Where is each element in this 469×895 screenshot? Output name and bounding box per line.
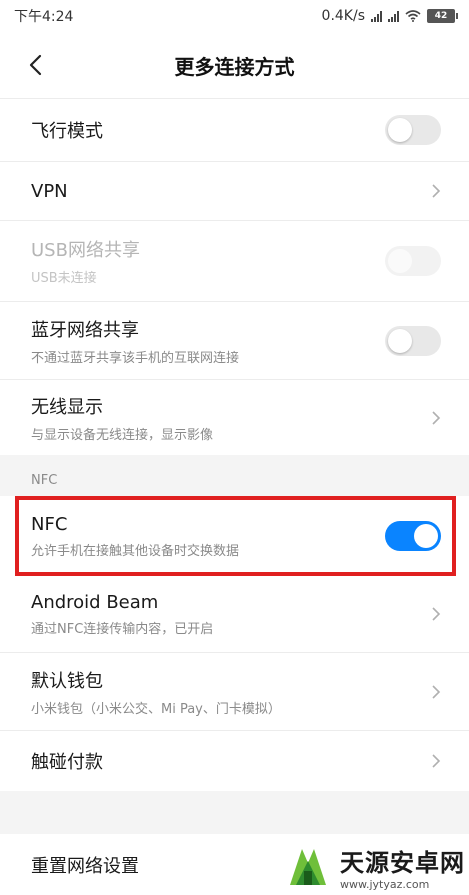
net-speed: 0.4K/s [321, 8, 365, 24]
nfc-toggle[interactable] [385, 521, 441, 551]
status-icons: 0.4K/s 42 [321, 8, 458, 24]
signal-icon-2 [388, 10, 399, 22]
toggle-knob [388, 118, 412, 142]
default-wallet-row[interactable]: 默认钱包 小米钱包（小米公交、Mi Pay、门卡模拟） [0, 653, 469, 730]
nfc-section-header: NFC [0, 455, 469, 496]
nfc-label: NFC [31, 513, 68, 535]
page-header: 更多连接方式 [0, 32, 469, 98]
usb-tethering-row: USB网络共享 USB未连接 [0, 221, 469, 301]
tap-and-pay-row[interactable]: 触碰付款 [0, 731, 469, 791]
usb-tethering-toggle [385, 246, 441, 276]
watermark: 天源安卓网 www.jytyaz.com [282, 838, 469, 895]
status-time: 下午4:24 [14, 9, 74, 25]
wireless-display-label: 无线显示 [31, 396, 103, 418]
android-beam-row[interactable]: Android Beam 通过NFC连接传输内容，已开启 [0, 576, 469, 652]
vpn-row[interactable]: VPN [0, 162, 469, 220]
section-gap [0, 791, 469, 834]
signal-icon [371, 10, 382, 22]
nfc-row[interactable]: NFC 允许手机在接触其他设备时交换数据 [0, 496, 469, 576]
wireless-display-subtitle: 与显示设备无线连接，显示影像 [31, 427, 214, 443]
airplane-mode-label: 飞行模式 [31, 121, 103, 142]
tap-and-pay-label: 触碰付款 [31, 752, 103, 773]
page-title: 更多连接方式 [174, 54, 295, 79]
chevron-right-icon [432, 607, 441, 621]
nfc-section-label: NFC [31, 473, 58, 488]
nfc-subtitle: 允许手机在接触其他设备时交换数据 [31, 543, 240, 559]
chevron-right-icon [432, 754, 441, 768]
chevron-right-icon [432, 410, 441, 425]
reset-network-label: 重置网络设置 [31, 855, 139, 877]
vpn-label: VPN [31, 180, 68, 202]
watermark-title: 天源安卓网 [340, 848, 465, 877]
android-beam-subtitle: 通过NFC连接传输内容，已开启 [31, 621, 214, 637]
bluetooth-tethering-subtitle: 不通过蓝牙共享该手机的互联网连接 [31, 350, 240, 366]
android-beam-label: Android Beam [31, 591, 159, 613]
battery-icon: 42 [427, 9, 458, 23]
bluetooth-tethering-toggle[interactable] [385, 325, 441, 356]
default-wallet-subtitle: 小米钱包（小米公交、Mi Pay、门卡模拟） [31, 701, 281, 717]
bluetooth-tethering-label: 蓝牙网络共享 [31, 319, 139, 341]
chevron-right-icon [432, 184, 441, 198]
usb-tethering-label: USB网络共享 [31, 240, 140, 261]
status-bar: 下午4:24 0.4K/s 42 [0, 0, 469, 32]
bluetooth-tethering-row[interactable]: 蓝牙网络共享 不通过蓝牙共享该手机的互联网连接 [0, 302, 469, 379]
default-wallet-label: 默认钱包 [31, 670, 103, 692]
chevron-right-icon [432, 684, 441, 699]
wifi-icon [405, 10, 421, 22]
back-arrow-icon[interactable] [26, 54, 46, 76]
toggle-knob [388, 328, 412, 353]
toggle-knob [414, 524, 438, 548]
watermark-url: www.jytyaz.com [340, 877, 430, 891]
airplane-mode-row[interactable]: 飞行模式 [0, 99, 469, 161]
usb-tethering-subtitle: USB未连接 [31, 271, 97, 286]
wireless-display-row[interactable]: 无线显示 与显示设备无线连接，显示影像 [0, 380, 469, 455]
watermark-logo-icon [290, 848, 326, 885]
airplane-mode-toggle[interactable] [385, 115, 441, 145]
toggle-knob [388, 249, 412, 273]
